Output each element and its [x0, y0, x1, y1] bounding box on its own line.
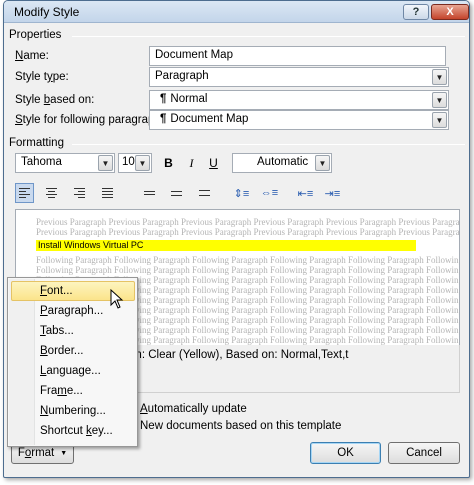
cancel-button[interactable]: Cancel [388, 442, 460, 464]
name-input[interactable]: Document Map [149, 46, 446, 66]
title-bar: Modify Style ? X [4, 1, 469, 23]
previous-paragraph-line: Previous Paragraph Previous Paragraph Pr… [36, 227, 460, 237]
increase-paragraph-spacing-icon: ⇕≡ [233, 187, 250, 200]
chevron-down-icon[interactable]: ▼ [315, 155, 330, 171]
one-half-spacing-button[interactable] [167, 183, 186, 203]
following-paragraph-line: Following Paragraph Following Paragraph … [36, 255, 460, 265]
font-color-dropdown[interactable]: Automatic ▼ [232, 153, 332, 173]
style-following-label: Style for following paragraph: [15, 114, 164, 126]
paragraph-mark-icon: ¶ [160, 113, 167, 125]
help-button[interactable]: ? [403, 4, 429, 20]
align-right-icon [74, 188, 85, 198]
formatting-section-label: Formatting [9, 137, 64, 149]
font-value: Tahoma [21, 156, 62, 168]
style-type-value: Paragraph [155, 70, 209, 82]
underline-button[interactable]: U [204, 153, 223, 173]
menu-item-border[interactable]: Border... [11, 341, 135, 361]
chevron-down-icon[interactable]: ▼ [98, 155, 113, 171]
single-spacing-icon [144, 191, 155, 195]
style-following-dropdown[interactable]: ¶ Document Map ▼ [149, 110, 449, 130]
justify-button[interactable] [98, 183, 117, 203]
style-description-text: tern: Clear (Yellow), Based on: Normal,T… [122, 349, 349, 361]
align-right-button[interactable] [70, 183, 89, 203]
style-type-dropdown[interactable]: Paragraph ▼ [149, 67, 449, 87]
justify-icon [102, 188, 113, 198]
formatting-divider [72, 144, 465, 145]
chevron-down-icon[interactable]: ▼ [432, 112, 447, 128]
paragraph-mark-icon: ¶ [160, 93, 167, 105]
window-title: Modify Style [14, 5, 80, 19]
properties-section-label: Properties [9, 29, 62, 41]
double-spacing-button[interactable] [195, 183, 214, 203]
previous-paragraph-line: Previous Paragraph Previous Paragraph Pr… [36, 217, 460, 227]
style-based-on-label: Style based on: [15, 94, 95, 106]
style-based-on-dropdown[interactable]: ¶ Normal ▼ [149, 90, 449, 110]
decrease-indent-icon: ⇤≡ [297, 187, 314, 200]
decrease-spacing-button[interactable]: ⇔≡ [260, 183, 279, 203]
decrease-paragraph-spacing-icon: ⇔≡ [260, 187, 279, 199]
increase-spacing-button[interactable]: ⇕≡ [232, 183, 251, 203]
following-paragraph-line: Following Paragraph Following Paragraph … [36, 265, 460, 275]
format-button-label: Format [17, 447, 55, 459]
chevron-down-icon: ▼ [60, 449, 68, 457]
double-spacing-icon [199, 190, 210, 196]
align-center-icon [46, 188, 57, 198]
style-following-value: ¶ Document Map [160, 113, 249, 125]
menu-item-frame[interactable]: Frame... [11, 381, 135, 401]
mouse-pointer-icon [110, 289, 124, 309]
menu-item-language[interactable]: Language... [11, 361, 135, 381]
align-center-button[interactable] [42, 183, 61, 203]
increase-indent-icon: ⇥≡ [324, 187, 341, 200]
decrease-indent-button[interactable]: ⇤≡ [296, 183, 315, 203]
menu-item-tabs[interactable]: Tabs... [11, 321, 135, 341]
auto-update-label: Automatically update [140, 403, 247, 415]
italic-button[interactable]: I [182, 153, 201, 173]
close-button[interactable]: X [431, 4, 469, 20]
menu-item-numbering[interactable]: Numbering... [11, 401, 135, 421]
preview-sample-text: Install Windows Virtual PC [36, 240, 416, 251]
ok-button[interactable]: OK [310, 442, 381, 464]
single-spacing-button[interactable] [140, 183, 159, 203]
increase-indent-button[interactable]: ⇥≡ [323, 183, 342, 203]
close-icon: X [446, 6, 454, 18]
font-size-value: 10 [122, 156, 135, 168]
menu-item-shortcut-key[interactable]: Shortcut key... [11, 421, 135, 441]
font-size-dropdown[interactable]: 10 ▼ [118, 153, 152, 173]
align-left-icon [19, 188, 30, 198]
chevron-down-icon[interactable]: ▼ [135, 155, 150, 171]
one-half-spacing-icon [171, 190, 182, 196]
align-left-button[interactable] [15, 183, 34, 203]
name-label: Name: [15, 50, 49, 62]
help-icon: ? [412, 6, 420, 18]
chevron-down-icon[interactable]: ▼ [432, 69, 447, 85]
properties-divider [72, 36, 465, 37]
bold-button[interactable]: B [159, 153, 178, 173]
new-documents-label: New documents based on this template [140, 420, 342, 432]
chevron-down-icon[interactable]: ▼ [432, 92, 447, 108]
font-color-value: Automatic [257, 156, 309, 168]
style-based-on-value: ¶ Normal [160, 93, 208, 105]
style-type-label: Style type: [15, 71, 69, 83]
font-dropdown[interactable]: Tahoma ▼ [15, 153, 115, 173]
